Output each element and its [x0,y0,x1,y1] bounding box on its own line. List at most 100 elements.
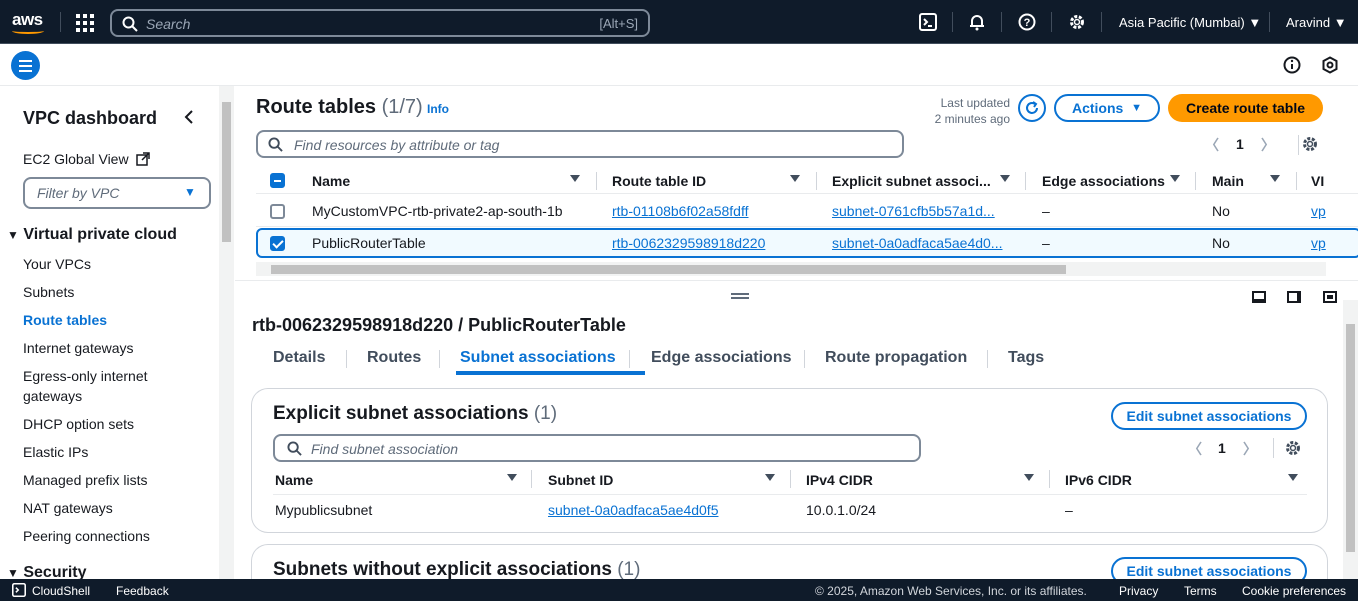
section-security[interactable]: ▼ Security [7,564,86,579]
sidebar-item-ec2-global-view[interactable]: EC2 Global View [23,151,151,167]
tab-routes[interactable]: Routes [367,349,421,367]
subnet-id-link[interactable]: subnet-0a0adfaca5ae4d0f5 [548,502,718,518]
aws-logo[interactable]: aws [12,10,43,30]
sidebar-scrollbar[interactable] [219,86,234,579]
feedback-link[interactable]: Feedback [116,584,169,598]
col-name[interactable]: Name [275,472,313,488]
col-main[interactable]: Main [1212,173,1244,189]
tab-edge-associations[interactable]: Edge associations [651,349,792,367]
sidebar-item-egress-only[interactable]: Egress-only internet [23,368,148,384]
sidebar-item-route-tables[interactable]: Route tables [23,312,107,328]
scrollbar-thumb[interactable] [222,102,231,242]
row-checkbox-checked[interactable] [270,236,285,251]
edit-subnet-associations-button[interactable]: Edit subnet associations [1111,557,1307,579]
gear-icon[interactable] [1301,135,1319,153]
sort-icon[interactable] [1000,175,1010,182]
menu-toggle-button[interactable] [11,51,40,80]
detail-scrollbar[interactable] [1343,300,1358,579]
sidebar-item-dhcp[interactable]: DHCP option sets [23,416,134,432]
edit-subnet-associations-button[interactable]: Edit subnet associations [1111,402,1307,430]
sort-icon[interactable] [1270,175,1280,182]
next-page-icon[interactable]: 〉 [1243,439,1257,459]
filter-by-vpc-select[interactable]: Filter by VPC ▼ [23,177,211,209]
col-ipv6-cidr[interactable]: IPv6 CIDR [1065,472,1132,488]
subnet-link[interactable]: subnet-0761cfb5b57a1d... [832,203,995,219]
terms-link[interactable]: Terms [1184,584,1217,598]
col-explicit-subnet[interactable]: Explicit subnet associ... [832,173,991,189]
tab-route-propagation[interactable]: Route propagation [825,349,967,367]
drag-handle-icon[interactable] [731,293,749,299]
select-all-checkbox[interactable] [270,173,285,188]
route-table-id-link[interactable]: rtb-01108b6f02a58fdff [612,203,749,219]
cloudshell-icon[interactable] [918,12,938,32]
tab-tags[interactable]: Tags [1008,349,1044,367]
privacy-link[interactable]: Privacy [1119,584,1158,598]
prev-page-icon[interactable]: 〈 [1188,439,1202,459]
maximize-panel-icon[interactable] [1323,291,1337,303]
sort-icon[interactable] [507,474,517,481]
vpc-link[interactable]: vp [1311,235,1326,251]
column-separator[interactable] [1296,172,1297,190]
cloudshell-icon[interactable] [12,583,26,597]
column-separator[interactable] [531,470,532,488]
sidebar-title[interactable]: VPC dashboard [23,108,157,129]
sort-icon[interactable] [1024,474,1034,481]
col-edge-associations[interactable]: Edge associations [1042,173,1165,189]
bell-icon[interactable] [967,12,987,32]
tab-details[interactable]: Details [273,349,325,367]
table-row[interactable]: MyCustomVPC-rtb-private2-ap-south-1b rtb… [256,196,1358,227]
gear-icon[interactable] [1284,439,1302,457]
page-number[interactable]: 1 [1236,136,1244,152]
sidebar-item-nat-gateways[interactable]: NAT gateways [23,500,113,516]
sidebar-item-peering[interactable]: Peering connections [23,528,150,544]
table-horizontal-scrollbar[interactable] [256,262,1326,276]
col-name[interactable]: Name [312,173,350,189]
global-search-input[interactable]: Search [Alt+S] [110,9,650,37]
col-vpc[interactable]: VI [1311,173,1324,189]
subnet-link[interactable]: subnet-0a0adfaca5ae4d0... [832,235,1002,251]
actions-button[interactable]: Actions ▼ [1054,94,1160,122]
scrollbar-thumb[interactable] [1346,324,1355,552]
info-circle-icon[interactable] [1283,56,1301,74]
services-grid-icon[interactable] [76,14,94,32]
prev-page-icon[interactable]: 〈 [1205,135,1219,155]
column-separator[interactable] [790,470,791,488]
sort-icon[interactable] [1170,175,1180,182]
gear-icon[interactable] [1067,12,1087,32]
col-route-table-id[interactable]: Route table ID [612,173,706,189]
create-route-table-button[interactable]: Create route table [1168,94,1323,122]
page-number[interactable]: 1 [1218,440,1226,456]
sidebar-item-internet-gateways[interactable]: Internet gateways [23,340,134,356]
tab-subnet-associations[interactable]: Subnet associations [460,349,616,367]
info-link[interactable]: Info [427,102,449,116]
cookie-preferences-link[interactable]: Cookie preferences [1242,584,1346,598]
column-separator[interactable] [816,172,817,190]
hexagon-icon[interactable] [1321,56,1339,74]
column-separator[interactable] [596,172,597,190]
sidebar-item-subnets[interactable]: Subnets [23,284,74,300]
col-ipv4-cidr[interactable]: IPv4 CIDR [806,472,873,488]
column-separator[interactable] [1195,172,1196,190]
split-view-bottom-icon[interactable] [1252,291,1266,303]
next-page-icon[interactable]: 〉 [1261,135,1275,155]
section-virtual-private-cloud[interactable]: ▼ Virtual private cloud [7,226,177,244]
refresh-button[interactable] [1018,94,1046,122]
region-selector[interactable]: Asia Pacific (Mumbai) ▼ [1119,15,1261,30]
table-row-selected[interactable]: PublicRouterTable rtb-0062329598918d220 … [256,228,1358,258]
row-checkbox[interactable] [270,204,285,219]
column-separator[interactable] [1025,172,1026,190]
subnet-association-search-input[interactable]: Find subnet association [273,434,921,462]
scrollbar-thumb[interactable] [271,265,1066,274]
col-subnet-id[interactable]: Subnet ID [548,472,613,488]
sidebar-item-elastic-ips[interactable]: Elastic IPs [23,444,88,460]
help-icon[interactable]: ? [1017,12,1037,32]
sidebar-item-prefix-lists[interactable]: Managed prefix lists [23,472,148,488]
sort-icon[interactable] [790,175,800,182]
sort-icon[interactable] [765,474,775,481]
collapse-icon[interactable] [183,110,195,127]
route-table-id-link[interactable]: rtb-0062329598918d220 [612,235,765,251]
route-table-search-input[interactable]: Find resources by attribute or tag [256,130,904,158]
sidebar-item-your-vpcs[interactable]: Your VPCs [23,256,91,272]
split-view-side-icon[interactable] [1287,291,1301,303]
column-separator[interactable] [1049,470,1050,488]
